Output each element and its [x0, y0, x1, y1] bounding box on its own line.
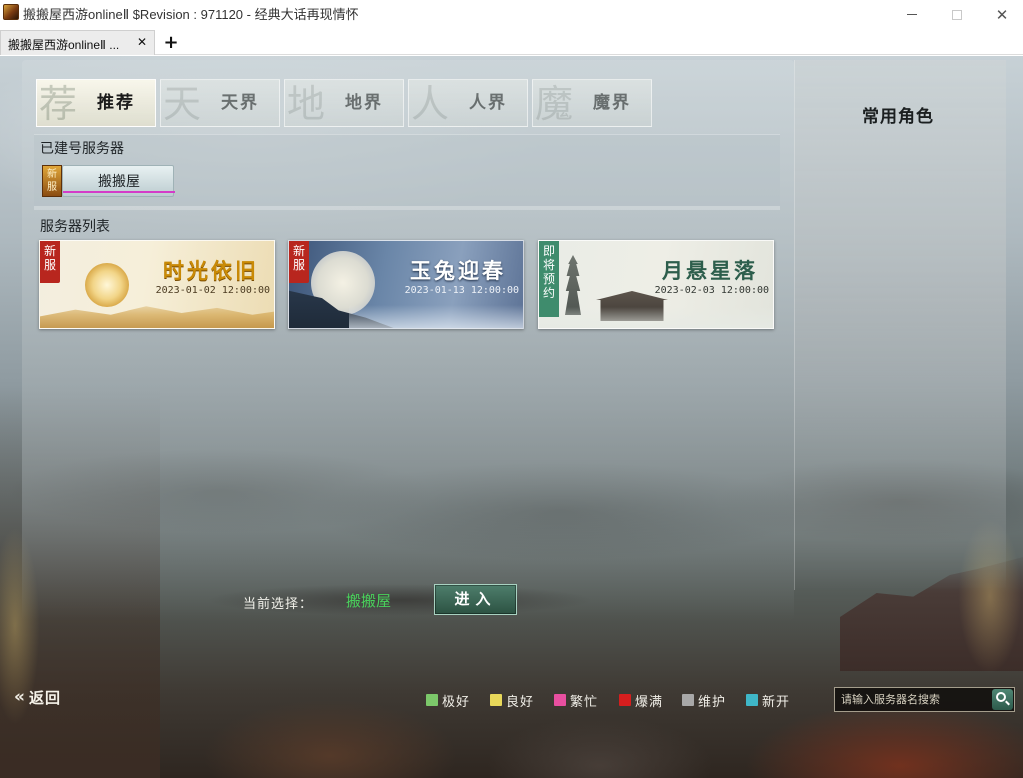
- pagoda-illustration: [565, 255, 581, 315]
- back-button[interactable]: « 返回: [14, 685, 61, 709]
- background-rooftops: [0, 656, 1023, 778]
- server-list-divider: [34, 206, 780, 210]
- legend-swatch: [426, 694, 438, 706]
- app-logo-icon: [3, 4, 19, 20]
- legend-item-maintenance: 维护: [682, 690, 726, 710]
- window-titlebar: 搬搬屋西游onlineⅡ $Revision : 971120 - 经典大话再现…: [0, 0, 1023, 29]
- new-tab-button[interactable]: +: [158, 32, 184, 54]
- common-roles-panel: [794, 60, 1006, 590]
- tab-heaven-realm[interactable]: 天 天界: [160, 79, 280, 127]
- server-card-title: 时光依旧: [163, 258, 259, 283]
- legend-swatch: [746, 694, 758, 706]
- new-server-badge: 新服: [289, 241, 309, 283]
- legend-item-full: 爆满: [619, 690, 663, 710]
- back-arrow-icon: «: [14, 687, 25, 707]
- server-search-input[interactable]: [837, 689, 989, 710]
- realm-tab-label: 人界: [469, 93, 507, 113]
- built-servers-title: 已建号服务器: [40, 141, 124, 157]
- server-search-box: [834, 687, 1015, 712]
- realm-tab-label: 天界: [221, 93, 259, 113]
- server-card-title: 玉兔迎春: [410, 258, 506, 283]
- built-server-button[interactable]: 搬搬屋: [62, 165, 175, 197]
- minimize-button[interactable]: [889, 0, 935, 29]
- server-card-time: 2023-01-13 12:00:00: [404, 285, 519, 296]
- legend-item-new-open: 新开: [746, 690, 790, 710]
- realm-tabs: 荐 推荐 天 天界 地 地界 人 人界 魔 魔界: [36, 79, 656, 127]
- built-server-name: 搬搬屋: [98, 174, 140, 190]
- maximize-icon: [952, 9, 962, 20]
- legend-label: 新开: [762, 694, 791, 710]
- new-server-badge: 新服: [40, 241, 60, 283]
- legend-label: 良好: [506, 694, 535, 710]
- server-card-time: 2023-01-02 12:00:00: [155, 285, 270, 296]
- tab-label: 搬搬屋西游onlineⅡ ...: [8, 38, 120, 52]
- legend-label: 维护: [698, 694, 727, 710]
- server-list-title: 服务器列表: [40, 219, 110, 235]
- search-button[interactable]: [992, 689, 1013, 710]
- tab-demon-realm[interactable]: 魔 魔界: [532, 79, 652, 127]
- server-card-yuexuan[interactable]: 即将预约 月悬星落 2023-02-03 12:00:00: [538, 240, 774, 329]
- close-window-button[interactable]: ✕: [979, 0, 1023, 29]
- tab-bar: 搬搬屋西游onlineⅡ ... ✕ +: [0, 29, 1023, 55]
- legend-item-good: 良好: [490, 690, 534, 710]
- legend-swatch: [619, 694, 631, 706]
- legend-label: 繁忙: [570, 694, 599, 710]
- tab-game[interactable]: 搬搬屋西游onlineⅡ ... ✕: [0, 30, 155, 55]
- minimize-icon: [907, 14, 917, 15]
- sun-illustration: [85, 263, 129, 307]
- mist-illustration: [539, 307, 773, 328]
- server-card-shiguang[interactable]: 新服 时光依旧 2023-01-02 12:00:00: [39, 240, 275, 329]
- back-label: 返回: [28, 688, 61, 707]
- hills-illustration: [40, 306, 274, 328]
- legend-swatch: [682, 694, 694, 706]
- coming-soon-badge: 即将预约: [539, 241, 559, 317]
- tab-recommended[interactable]: 荐 推荐: [36, 79, 156, 127]
- server-card-title: 月悬星落: [662, 258, 758, 283]
- window-title: 搬搬屋西游onlineⅡ $Revision : 971120 - 经典大话再现…: [23, 7, 359, 22]
- selected-underline: [63, 191, 175, 193]
- realm-tab-label: 推荐: [97, 93, 135, 113]
- server-card-time: 2023-02-03 12:00:00: [654, 285, 769, 296]
- legend-label: 爆满: [635, 694, 664, 710]
- close-icon: ✕: [995, 5, 1009, 24]
- legend-item-busy: 繁忙: [554, 690, 598, 710]
- current-selection-value: 搬搬屋: [346, 592, 392, 610]
- legend-label: 极好: [442, 694, 471, 710]
- tab-earth-realm[interactable]: 地 地界: [284, 79, 404, 127]
- server-card-yutu[interactable]: 新服 玉兔迎春 2023-01-13 12:00:00: [288, 240, 524, 329]
- realm-tab-label: 地界: [345, 93, 383, 113]
- legend-swatch: [554, 694, 566, 706]
- tab-close-icon[interactable]: ✕: [137, 35, 147, 49]
- legend-swatch: [490, 694, 502, 706]
- maximize-button[interactable]: [934, 0, 980, 29]
- search-icon-handle: [1005, 700, 1010, 706]
- new-server-badge: 新服: [42, 165, 62, 197]
- common-roles-title: 常用角色: [862, 107, 934, 127]
- realm-tab-label: 魔界: [593, 93, 631, 113]
- mist-illustration: [349, 305, 523, 328]
- enter-button[interactable]: 进入: [434, 584, 517, 615]
- legend-item-excellent: 极好: [426, 690, 470, 710]
- tab-human-realm[interactable]: 人 人界: [408, 79, 528, 127]
- current-selection-label: 当前选择：: [243, 597, 314, 612]
- built-server-chip[interactable]: 新服 搬搬屋: [42, 165, 175, 197]
